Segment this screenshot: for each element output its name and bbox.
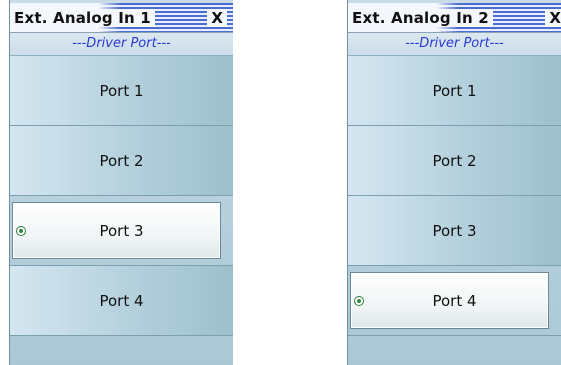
ext-analog-in-1-panel: Ext. Analog In 1 X ---Driver Port--- Por…: [9, 0, 233, 365]
panel-title: Ext. Analog In 2: [352, 9, 493, 27]
close-button[interactable]: X: [207, 9, 227, 27]
title-bar: Ext. Analog In 1 X: [10, 3, 233, 33]
panel-title: Ext. Analog In 1: [14, 9, 155, 27]
port-label: Port 3: [432, 221, 477, 240]
port-1-button[interactable]: Port 1: [348, 56, 561, 126]
port-3-button[interactable]: Port 3: [10, 196, 233, 266]
port-label: Port 4: [432, 291, 477, 310]
ext-analog-in-2-panel: Ext. Analog In 2 X ---Driver Port--- Por…: [347, 0, 561, 365]
selected-radio-icon: [354, 295, 364, 306]
driver-port-header: ---Driver Port---: [348, 33, 561, 56]
port-1-button[interactable]: Port 1: [10, 56, 233, 126]
port-label: Port 4: [99, 291, 144, 310]
port-2-button[interactable]: Port 2: [348, 126, 561, 196]
driver-port-header: ---Driver Port---: [10, 33, 233, 56]
port-3-button[interactable]: Port 3: [348, 196, 561, 266]
close-button[interactable]: X: [545, 9, 561, 27]
port-label: Port 1: [99, 81, 144, 100]
port-label: Port 2: [99, 151, 144, 170]
port-4-button[interactable]: Port 4: [10, 266, 233, 336]
port-label: Port 1: [432, 81, 477, 100]
port-2-button[interactable]: Port 2: [10, 126, 233, 196]
title-bar: Ext. Analog In 2 X: [348, 3, 561, 33]
port-label: Port 2: [432, 151, 477, 170]
port-label: Port 3: [99, 221, 144, 240]
selected-radio-icon: [16, 225, 26, 236]
port-4-button[interactable]: Port 4: [348, 266, 561, 336]
